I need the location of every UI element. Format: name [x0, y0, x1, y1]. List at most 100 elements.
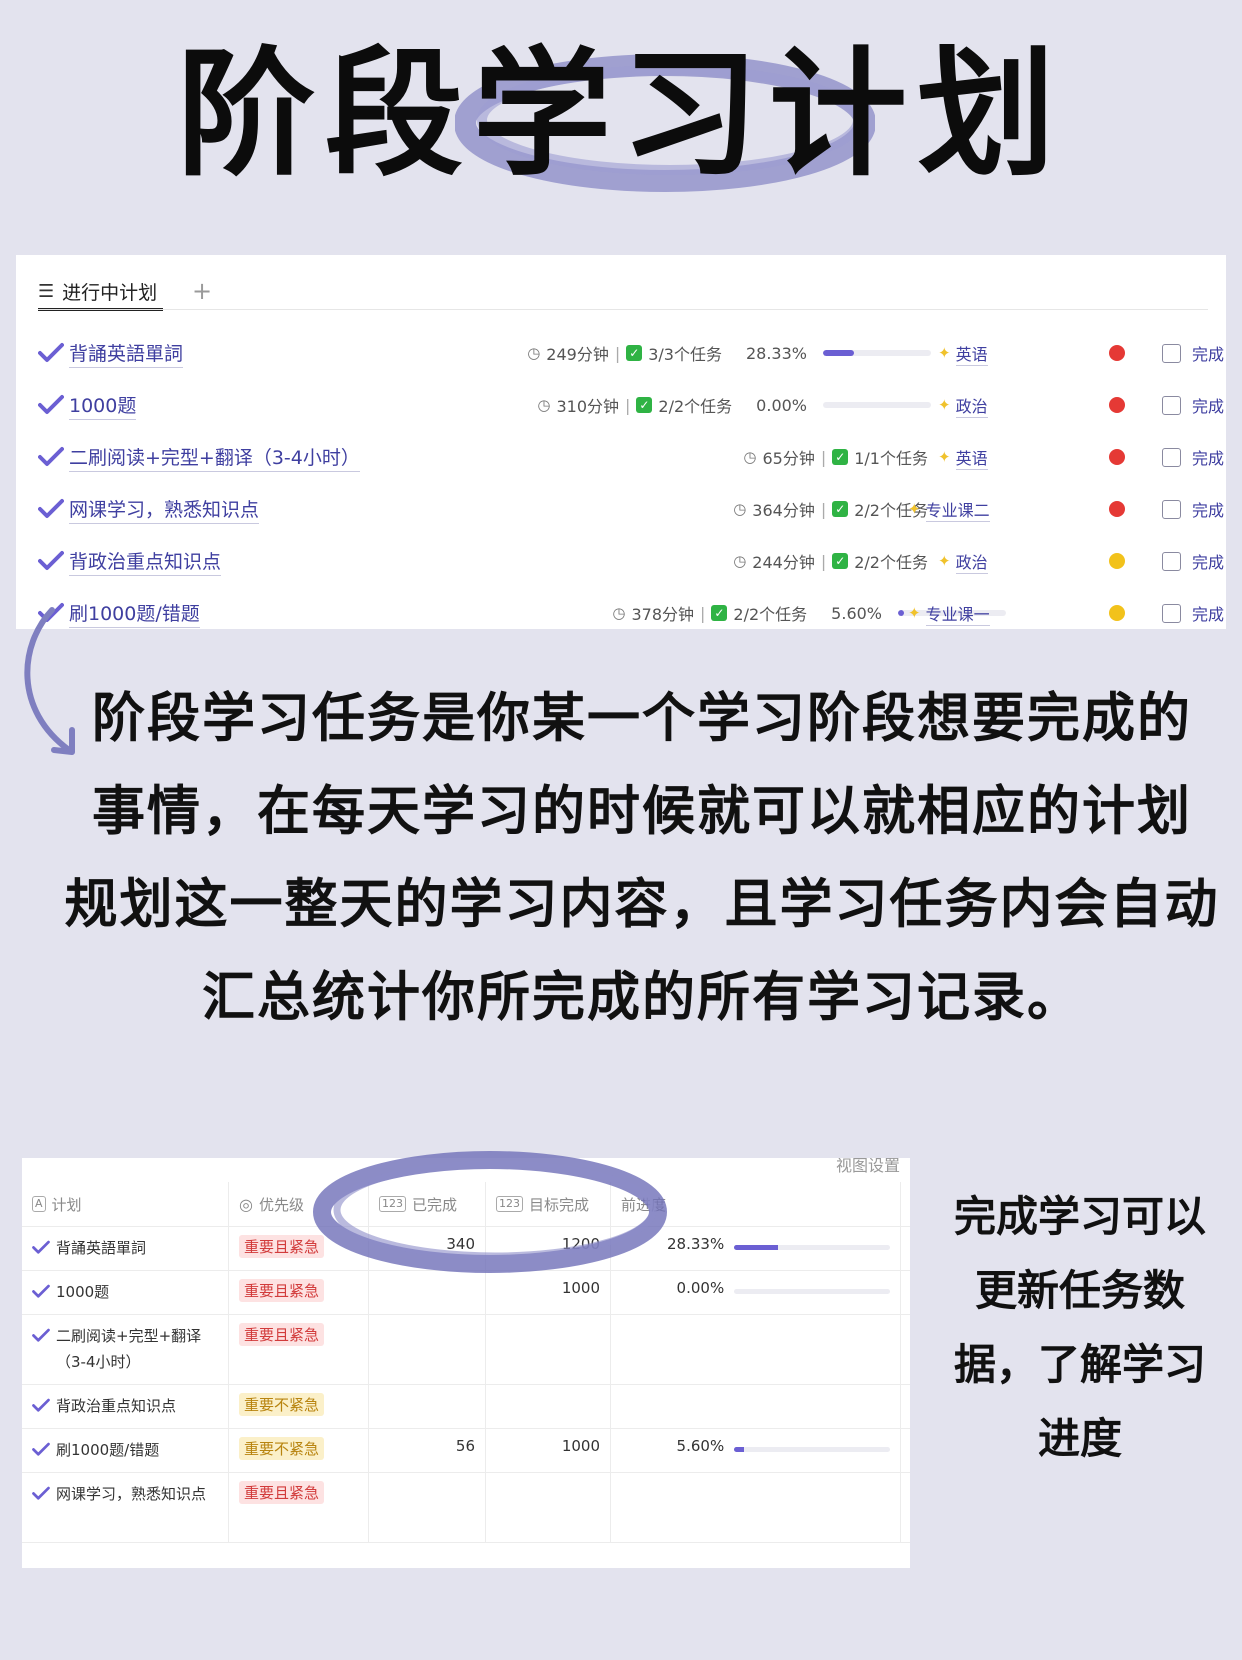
plan-stats: ◷ 249分钟 | ✓ 3/3个任务 28.33% — [527, 341, 931, 365]
text-property-icon: A — [32, 1196, 46, 1212]
separator: | — [820, 447, 827, 467]
cell-priority[interactable]: 重要且紧急 — [229, 1315, 369, 1384]
add-view-icon[interactable]: + — [192, 277, 212, 305]
plan-name[interactable]: 背政治重点知识点 — [69, 547, 222, 576]
done-checkbox[interactable] — [1162, 343, 1181, 363]
cell-target[interactable]: 1000 — [486, 1429, 611, 1472]
plan-stats: ◷ 244分钟 | ✓ 2/2个任务 — [733, 549, 928, 573]
plan-name: 刷1000题/错题 — [56, 1441, 160, 1459]
progress-bar — [823, 350, 931, 356]
progress-percent: 5.60% — [676, 1437, 725, 1455]
subject-tag[interactable]: ✦ 英语 — [938, 445, 988, 470]
plan-tasks: 3/3个任务 — [648, 345, 722, 364]
cell-plan-name[interactable]: 二刷阅读+完型+翻译（3-4小时） — [22, 1315, 229, 1384]
check-icon — [32, 1328, 50, 1342]
cell-completed[interactable] — [369, 1385, 486, 1428]
clock-icon: ◷ — [733, 500, 747, 518]
done-label: 完成 — [1192, 449, 1225, 468]
table-row[interactable]: 背政治重点知识点 重要不紧急 — [22, 1385, 910, 1429]
check-icon — [38, 343, 64, 362]
progress-bar — [734, 1447, 890, 1452]
cell-completed[interactable] — [369, 1315, 486, 1384]
done-label: 完成 — [1192, 605, 1225, 624]
table-row[interactable]: 二刷阅读+完型+翻译（3-4小时） 重要且紧急 — [22, 1315, 910, 1385]
status-dot — [1109, 397, 1125, 413]
plan-row[interactable]: 二刷阅读+完型+翻译（3-4小时） ◷ 65分钟 | ✓ 1/1个任务 ✦ 英语 完成 — [16, 431, 1226, 483]
progress-bar — [823, 402, 931, 408]
subject-tag[interactable]: ✦ 英语 — [938, 341, 988, 366]
header-plan-label: 计划 — [51, 1195, 82, 1214]
paragraph-line: 汇总统计你所完成的所有学习记录。 — [202, 967, 1082, 1028]
checkmark-box-icon: ✓ — [636, 397, 653, 413]
cell-plan-name[interactable]: 网课学习，熟悉知识点 — [22, 1473, 229, 1542]
clock-icon: ◷ — [612, 604, 626, 622]
subject-label: 英语 — [955, 341, 988, 366]
plan-name[interactable]: 网课学习，熟悉知识点 — [69, 495, 260, 524]
plan-name[interactable]: 1000题 — [69, 391, 137, 420]
header-plan[interactable]: A 计划 — [22, 1182, 229, 1226]
subject-tag[interactable]: ✦ 政治 — [938, 549, 988, 574]
status-dot — [1109, 449, 1125, 465]
checkmark-box-icon: ✓ — [832, 553, 849, 569]
plan-row[interactable]: 背政治重点知识点 ◷ 244分钟 | ✓ 2/2个任务 ✦ 政治 完成 — [16, 535, 1226, 587]
subject-label: 专业课一 — [925, 601, 990, 626]
clock-icon: ◷ — [527, 344, 541, 362]
plan-name[interactable]: 背誦英語單詞 — [69, 339, 184, 368]
plan-tasks: 2/2个任务 — [733, 605, 808, 624]
cell-completed[interactable]: 56 — [369, 1429, 486, 1472]
cell-plan-name[interactable]: 1000题 — [22, 1271, 229, 1314]
cell-plan-name[interactable]: 背政治重点知识点 — [22, 1385, 229, 1428]
plan-row[interactable]: 1000题 ◷ 310分钟 | ✓ 2/2个任务 0.00% ✦ 政治 完成 — [16, 379, 1226, 431]
check-icon — [32, 1486, 50, 1500]
plan-row[interactable]: 网课学习，熟悉知识点 ◷ 364分钟 | ✓ 2/2个任务 ✦ 专业课二 完成 — [16, 483, 1226, 535]
cell-plan-name[interactable]: 背誦英語單詞 — [22, 1227, 229, 1270]
plan-stats: ◷ 364分钟 | ✓ 2/2个任务 — [733, 497, 928, 521]
paragraph-line: 规划这一整天的学习内容，且学习任务内会自动 — [64, 874, 1220, 935]
subject-tag[interactable]: ✦ 专业课一 — [908, 601, 990, 626]
plan-row[interactable]: 刷1000题/错题 ◷ 378分钟 | ✓ 2/2个任务 5.60% ✦ 专业课一 完成 — [16, 587, 1226, 639]
done-checkbox[interactable] — [1162, 551, 1181, 571]
progress-bar — [734, 1289, 890, 1294]
table-row[interactable]: 刷1000题/错题 重要不紧急 56 1000 5.60% — [22, 1429, 910, 1473]
progress-bar — [734, 1245, 890, 1250]
progress-percent: 0.00% — [676, 1279, 725, 1297]
plan-minutes: 65分钟 — [762, 449, 815, 468]
cell-progress: 5.60% — [611, 1429, 901, 1472]
done-checkbox[interactable] — [1162, 447, 1181, 467]
cell-target[interactable] — [486, 1315, 611, 1384]
cell-progress — [611, 1315, 901, 1384]
plan-minutes: 244分钟 — [752, 553, 815, 572]
plan-minutes: 378分钟 — [631, 605, 695, 624]
cell-target[interactable] — [486, 1385, 611, 1428]
plan-name[interactable]: 二刷阅读+完型+翻译（3-4小时） — [69, 443, 360, 472]
done-checkbox[interactable] — [1162, 603, 1181, 623]
progress-fill — [823, 350, 854, 356]
done-label: 完成 — [1192, 397, 1225, 416]
cell-target[interactable] — [486, 1473, 611, 1542]
subject-label: 政治 — [955, 549, 988, 574]
view-tab-active-plans[interactable]: ☰ 进行中计划 — [38, 275, 164, 311]
view-settings-button[interactable]: 视图设置 — [836, 1158, 900, 1176]
cell-priority[interactable]: 重要且紧急 — [229, 1473, 369, 1542]
sparkle-icon: ✦ — [938, 552, 951, 570]
cell-plan-name[interactable]: 刷1000题/错题 — [22, 1429, 229, 1472]
table-row[interactable]: 网课学习，熟悉知识点 重要且紧急 — [22, 1473, 910, 1543]
status-dot — [1109, 345, 1125, 361]
plan-row[interactable]: 背誦英語單詞 ◷ 249分钟 | ✓ 3/3个任务 28.33% ✦ 英语 完成 — [16, 327, 1226, 379]
cell-priority[interactable]: 重要不紧急 — [229, 1429, 369, 1472]
progress-fill — [898, 610, 905, 616]
clock-icon: ◷ — [537, 396, 551, 414]
clock-icon: ◷ — [733, 552, 747, 570]
sparkle-icon: ✦ — [938, 344, 951, 362]
cell-completed[interactable] — [369, 1473, 486, 1542]
subject-tag[interactable]: ✦ 专业课二 — [908, 497, 990, 522]
side-note-line: 完成学习可以 — [953, 1192, 1206, 1241]
cell-priority[interactable]: 重要不紧急 — [229, 1385, 369, 1428]
side-note-line: 更新任务数 — [974, 1266, 1185, 1315]
cell-progress — [611, 1385, 901, 1428]
subject-tag[interactable]: ✦ 政治 — [938, 393, 988, 418]
done-checkbox[interactable] — [1162, 499, 1181, 519]
status-dot — [1109, 605, 1125, 621]
separator: | — [820, 499, 827, 519]
done-checkbox[interactable] — [1162, 395, 1181, 415]
